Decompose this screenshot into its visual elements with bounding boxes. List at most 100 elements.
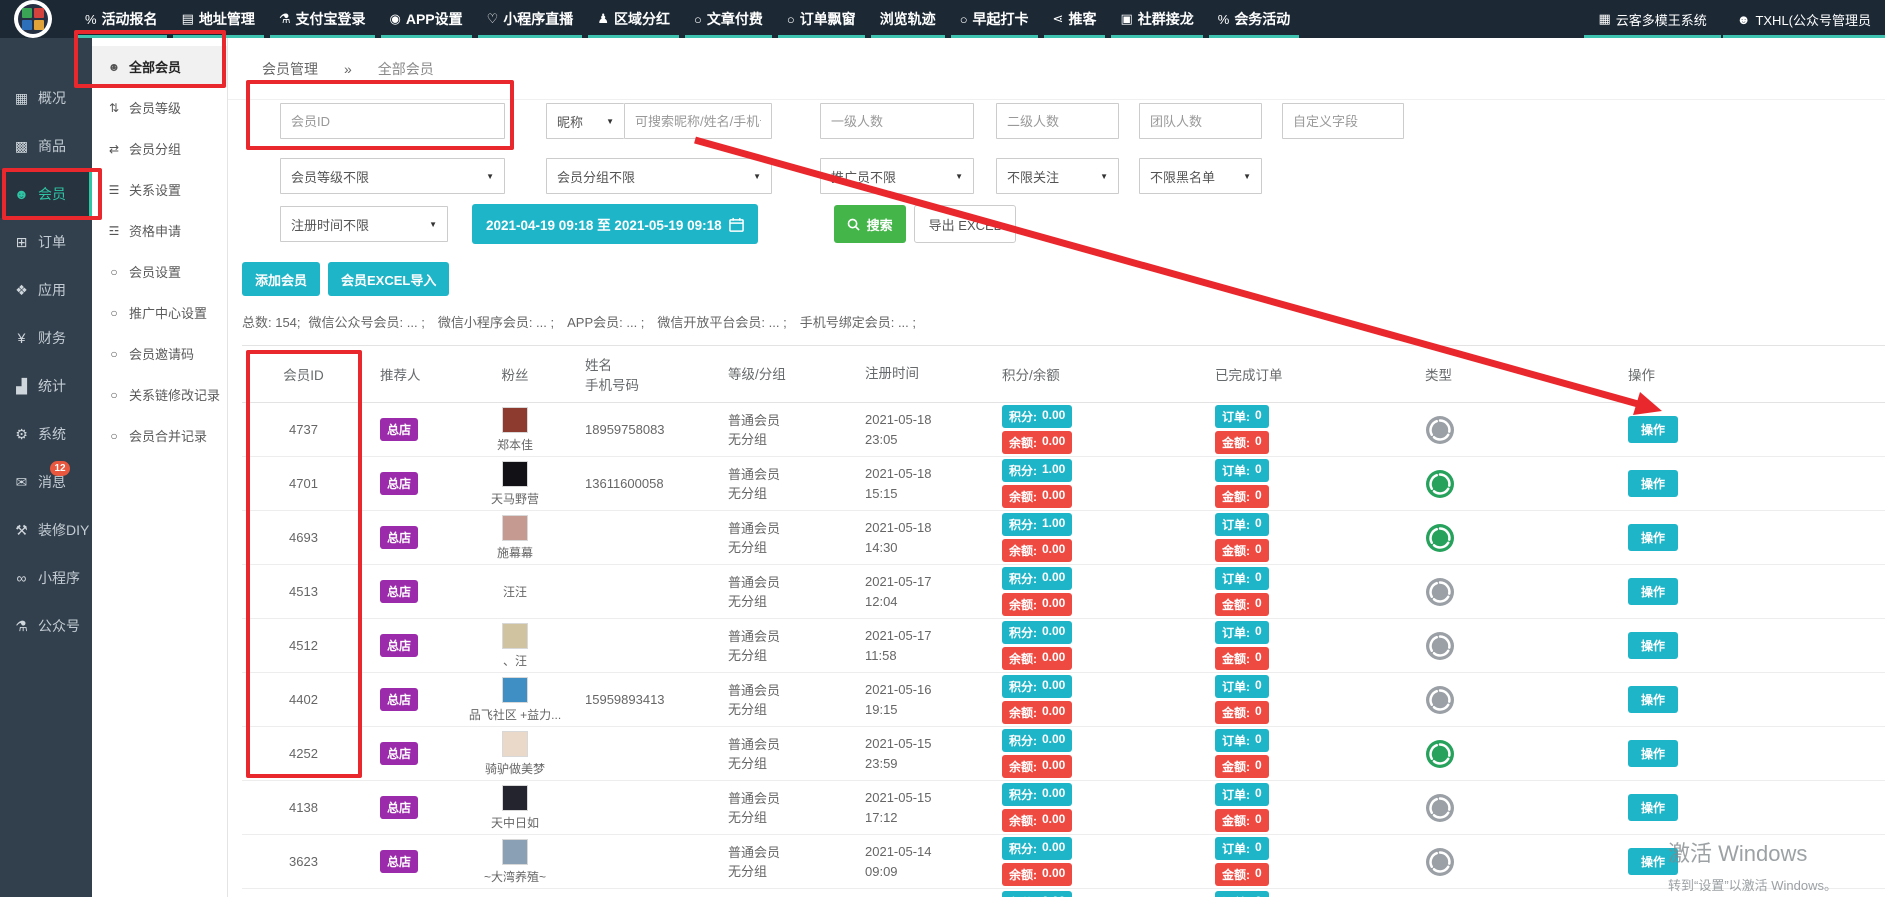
submenu-item[interactable]: ○ 关系链修改记录 bbox=[92, 374, 227, 415]
top-nav-item[interactable]: % 会务活动 bbox=[1209, 0, 1300, 38]
member-id-input[interactable] bbox=[280, 103, 505, 139]
circle-icon: ○ bbox=[107, 347, 121, 361]
register-clock: 23:05 bbox=[865, 430, 995, 450]
top-bar-account-item[interactable]: ▦ 云客多模王系统 bbox=[1584, 0, 1720, 38]
level1-count-input[interactable] bbox=[820, 103, 974, 139]
app-logo[interactable] bbox=[14, 0, 52, 38]
sidebar-item[interactable]: ⊞ 订单 bbox=[0, 218, 92, 266]
sidebar-item[interactable]: ☻ 会员 bbox=[0, 170, 92, 218]
operate-button[interactable]: 操作 bbox=[1628, 578, 1678, 605]
sidebar-item[interactable]: ∞ 小程序 bbox=[0, 554, 92, 602]
operate-button[interactable]: 操作 bbox=[1628, 416, 1678, 443]
sidebar-item[interactable]: ❖ 应用 bbox=[0, 266, 92, 314]
points-badge: 积分:0.00 bbox=[1002, 405, 1072, 428]
top-nav-item[interactable]: ⋖ 推客 bbox=[1044, 0, 1106, 38]
nickname-field-select[interactable]: 昵称 ▼ bbox=[546, 103, 624, 139]
referrer-badge[interactable]: 总店 bbox=[380, 526, 418, 549]
operate-button[interactable]: 操作 bbox=[1628, 632, 1678, 659]
breadcrumb-section[interactable]: 会员管理 bbox=[262, 59, 318, 79]
dashboard-icon: ▦ bbox=[13, 90, 30, 107]
submenu-item[interactable]: ☰ 关系设置 bbox=[92, 169, 227, 210]
referrer-badge[interactable]: 总店 bbox=[380, 418, 418, 441]
referrer-badge[interactable]: 总店 bbox=[380, 742, 418, 765]
top-nav-item[interactable]: ○ 文章付费 bbox=[685, 0, 772, 38]
member-group-select[interactable]: 会员分组不限 ▼ bbox=[546, 158, 772, 194]
top-nav-item[interactable]: ♡ 小程序直播 bbox=[478, 0, 583, 38]
promoter-select[interactable]: 推广员不限 ▼ bbox=[820, 158, 974, 194]
sidebar-item[interactable]: ⚒ 装修DIY bbox=[0, 506, 92, 554]
sidebar-item[interactable]: ▟ 统计 bbox=[0, 362, 92, 410]
points-value: 0.00 bbox=[1042, 570, 1065, 587]
referrer-badge[interactable]: 总店 bbox=[380, 688, 418, 711]
cell-completed-orders: 订单:0 金额:0 bbox=[1205, 513, 1410, 562]
grid-icon: ▦ bbox=[1598, 11, 1610, 27]
add-member-button[interactable]: 添加会员 bbox=[242, 262, 320, 296]
top-nav-item[interactable]: ⚗ 支付宝登录 bbox=[270, 0, 375, 38]
top-nav-item[interactable]: ○ 订单飘窗 bbox=[778, 0, 865, 38]
referrer-badge[interactable]: 总店 bbox=[380, 580, 418, 603]
operate-button[interactable]: 操作 bbox=[1628, 794, 1678, 821]
sidebar-item[interactable]: ⚗ 公众号 bbox=[0, 602, 92, 650]
member-level-select[interactable]: 会员等级不限 ▼ bbox=[280, 158, 505, 194]
top-nav-item[interactable]: ▣ 社群接龙 bbox=[1111, 0, 1202, 38]
sidebar-item[interactable]: ▦ 概况 bbox=[0, 74, 92, 122]
cell-phone: 18959758083 bbox=[570, 422, 715, 437]
referrer-badge[interactable]: 总店 bbox=[380, 796, 418, 819]
operate-button[interactable]: 操作 bbox=[1628, 740, 1678, 767]
team-count-input[interactable] bbox=[1139, 103, 1262, 139]
export-excel-button[interactable]: 导出 EXCEL bbox=[914, 205, 1016, 243]
register-time-select[interactable]: 注册时间不限 ▼ bbox=[280, 206, 448, 242]
custom-field-input[interactable] bbox=[1282, 103, 1404, 139]
operate-button[interactable]: 操作 bbox=[1628, 848, 1678, 875]
submenu-item[interactable]: ○ 会员设置 bbox=[92, 251, 227, 292]
top-nav-item[interactable]: ▤ 地址管理 bbox=[173, 0, 264, 38]
member-avatar bbox=[502, 839, 528, 865]
top-bar-account-item[interactable]: ☻ TXHL(公众号管理员 bbox=[1723, 0, 1885, 38]
register-clock: 23:59 bbox=[865, 754, 995, 774]
top-nav-item[interactable]: 浏览轨迹 bbox=[871, 0, 945, 38]
blacklist-select[interactable]: 不限黑名单 ▼ bbox=[1139, 158, 1262, 194]
cell-completed-orders: 订单:0 金额:0 bbox=[1205, 837, 1410, 886]
cell-referrer: 总店 bbox=[365, 742, 460, 765]
amount-label: 金额: bbox=[1222, 542, 1250, 559]
amount-badge: 金额:0 bbox=[1215, 863, 1269, 886]
referrer-badge[interactable]: 总店 bbox=[380, 472, 418, 495]
follow-select[interactable]: 不限关注 ▼ bbox=[996, 158, 1119, 194]
sliders-icon: ☰ bbox=[107, 183, 121, 197]
referrer-badge[interactable]: 总店 bbox=[380, 634, 418, 657]
sidebar-item[interactable]: ¥ 财务 bbox=[0, 314, 92, 362]
message-icon: ✉ bbox=[13, 474, 30, 491]
link-icon: % bbox=[1218, 12, 1230, 27]
submenu-item[interactable]: ○ 推广中心设置 bbox=[92, 292, 227, 333]
sidebar-item[interactable]: ⚙ 系统 bbox=[0, 410, 92, 458]
chevron-down-icon: ▼ bbox=[486, 172, 494, 181]
submenu-item[interactable]: ⇄ 会员分组 bbox=[92, 128, 227, 169]
level2-count-input[interactable] bbox=[996, 103, 1119, 139]
operate-button[interactable]: 操作 bbox=[1628, 524, 1678, 551]
operate-button[interactable]: 操作 bbox=[1628, 470, 1678, 497]
operate-button[interactable]: 操作 bbox=[1628, 686, 1678, 713]
date-range-button[interactable]: 2021-04-19 09:18 至 2021-05-19 09:18 bbox=[472, 204, 758, 244]
sidebar-item[interactable]: ▩ 商品 bbox=[0, 122, 92, 170]
table-row: 3623 总店 ~大湾养殖~ 普通会员 无分组 2021-05-14 09:09 bbox=[242, 835, 1885, 889]
referrer-badge[interactable]: 总店 bbox=[380, 850, 418, 873]
amount-badge: 金额:0 bbox=[1215, 431, 1269, 454]
top-nav-item[interactable]: % 活动报名 bbox=[76, 0, 167, 38]
cell-level-group: 普通会员 无分组 bbox=[715, 735, 855, 773]
excel-import-button[interactable]: 会员EXCEL导入 bbox=[328, 262, 449, 296]
search-button[interactable]: 搜索 bbox=[834, 205, 906, 243]
fan-nickname: 、汪 bbox=[462, 652, 568, 669]
submenu-item[interactable]: ○ 会员合并记录 bbox=[92, 415, 227, 456]
nickname-search-input[interactable] bbox=[624, 103, 772, 139]
member-group: 无分组 bbox=[728, 700, 855, 719]
top-nav-item[interactable]: ♟ 区域分红 bbox=[588, 0, 679, 38]
submenu-item[interactable]: ☲ 资格申请 bbox=[92, 210, 227, 251]
cell-operate: 操作 bbox=[1560, 848, 1885, 875]
points-badge: 积分:0.00 bbox=[1002, 675, 1072, 698]
submenu-item[interactable]: ☻ 全部会员 bbox=[92, 46, 227, 87]
submenu-item[interactable]: ⇅ 会员等级 bbox=[92, 87, 227, 128]
sidebar-item[interactable]: ✉ 消息 12 bbox=[0, 458, 92, 506]
submenu-item[interactable]: ○ 会员邀请码 bbox=[92, 333, 227, 374]
top-nav-item[interactable]: ○ 早起打卡 bbox=[951, 0, 1038, 38]
top-nav-item[interactable]: ◉ APP设置 bbox=[381, 0, 472, 38]
